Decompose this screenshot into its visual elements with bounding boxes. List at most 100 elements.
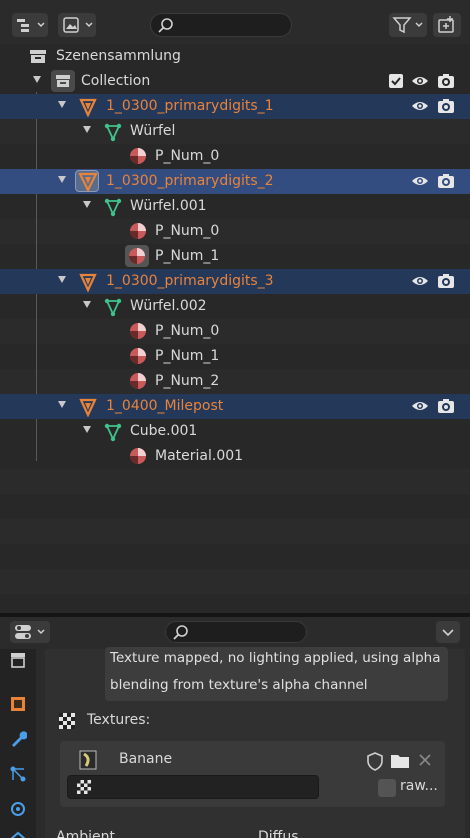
object-data-icon xyxy=(78,172,98,193)
expand-chevron-icon[interactable] xyxy=(33,76,41,83)
particles-tab-icon[interactable] xyxy=(9,765,27,783)
outliner-search-input[interactable] xyxy=(150,13,292,37)
expand-chevron-icon[interactable] xyxy=(58,176,66,183)
material-row[interactable]: Material.001 xyxy=(0,444,470,469)
object-data-icon xyxy=(79,273,97,292)
wrench-icon[interactable] xyxy=(9,730,27,748)
expand-chevron-icon[interactable] xyxy=(83,126,91,133)
fake-user-shield-icon[interactable] xyxy=(366,751,384,771)
display-mode-dropdown[interactable] xyxy=(58,13,96,37)
active-object-icon-box xyxy=(75,170,99,193)
eye-icon[interactable] xyxy=(411,273,429,289)
expand-chevron-icon[interactable] xyxy=(58,401,66,408)
material-icon xyxy=(130,373,146,389)
material-label: P_Num_2 xyxy=(155,373,220,389)
collection-label: Collection xyxy=(81,73,151,89)
physics-tab-icon[interactable] xyxy=(9,800,27,818)
scene-collection-icon xyxy=(30,50,46,63)
eye-icon[interactable] xyxy=(411,73,429,89)
expand-chevron-icon[interactable] xyxy=(58,101,66,108)
eye-icon[interactable] xyxy=(411,173,429,189)
expand-chevron-icon[interactable] xyxy=(58,276,66,283)
folder-icon[interactable] xyxy=(390,752,410,770)
active-material-icon-box xyxy=(125,245,149,267)
mesh-data-icon xyxy=(104,423,122,442)
object-tab-icon[interactable] xyxy=(9,695,27,713)
editor-type-dropdown[interactable] xyxy=(10,621,50,643)
material-label: P_Num_0 xyxy=(155,148,220,164)
texture-name[interactable]: Banane xyxy=(119,751,172,767)
ambient-label: Ambient xyxy=(56,829,115,838)
camera-icon[interactable] xyxy=(437,98,455,114)
object-label: 1_0300_primarydigits_3 xyxy=(106,273,274,289)
material-row[interactable]: P_Num_1 xyxy=(0,244,470,269)
expand-chevron-icon[interactable] xyxy=(83,426,91,433)
material-icon xyxy=(129,248,145,264)
options-dropdown[interactable] xyxy=(436,621,460,643)
raw-checkbox[interactable] xyxy=(378,779,396,797)
texture-coords-field[interactable] xyxy=(67,775,319,799)
outliner-header xyxy=(0,0,470,44)
material-row[interactable]: P_Num_0 xyxy=(0,144,470,169)
camera-icon[interactable] xyxy=(437,273,455,289)
mesh-label: Würfel.001 xyxy=(130,198,207,214)
scene-collection-row[interactable]: Szenensammlung xyxy=(0,44,470,69)
mesh-row[interactable]: Cube.001 xyxy=(0,419,470,444)
constraints-tab-icon[interactable] xyxy=(9,831,27,838)
material-icon xyxy=(130,223,146,239)
material-icon xyxy=(130,348,146,364)
scene-collection-label: Szenensammlung xyxy=(56,48,181,64)
new-collection-button[interactable] xyxy=(433,13,461,37)
tool-tab-icon[interactable] xyxy=(9,651,27,669)
description-line-1: Texture mapped, no lighting applied, usi… xyxy=(110,650,441,666)
material-row[interactable]: P_Num_1 xyxy=(0,344,470,369)
properties-editor-icon xyxy=(15,625,45,639)
material-row[interactable]: P_Num_0 xyxy=(0,319,470,344)
camera-icon[interactable] xyxy=(437,398,455,414)
properties-header xyxy=(0,617,470,649)
mesh-row[interactable]: Würfel.002 xyxy=(0,294,470,319)
filter-dropdown[interactable] xyxy=(389,13,427,37)
object-data-icon xyxy=(79,98,97,117)
object-row[interactable]: 1_0300_primarydigits_3 xyxy=(0,269,470,294)
expand-chevron-icon[interactable] xyxy=(83,201,91,208)
textures-label: Textures: xyxy=(87,712,151,728)
eye-icon[interactable] xyxy=(411,98,429,114)
checkbox-checked-icon[interactable] xyxy=(388,73,404,89)
eye-icon[interactable] xyxy=(411,398,429,414)
expand-chevron-icon[interactable] xyxy=(83,301,91,308)
row-stripe xyxy=(0,519,470,544)
mesh-label: Würfel xyxy=(130,123,176,139)
collection-row[interactable]: Collection xyxy=(0,69,470,94)
material-label: Material.001 xyxy=(155,448,244,464)
camera-icon[interactable] xyxy=(437,73,455,89)
properties-search-input[interactable] xyxy=(165,621,307,643)
mesh-data-icon xyxy=(104,298,122,317)
checker-texture-icon xyxy=(59,713,75,729)
mesh-row[interactable]: Würfel xyxy=(0,119,470,144)
material-label: P_Num_1 xyxy=(155,348,220,364)
close-icon[interactable] xyxy=(418,753,432,767)
object-data-icon xyxy=(79,398,97,417)
mesh-row[interactable]: Würfel.001 xyxy=(0,194,470,219)
filter-icon xyxy=(392,17,423,34)
collection-icon-box xyxy=(51,70,75,92)
mesh-label: Würfel.002 xyxy=(130,298,207,314)
editor-type-dropdown[interactable] xyxy=(12,13,48,37)
material-row[interactable]: P_Num_0 xyxy=(0,219,470,244)
camera-icon[interactable] xyxy=(437,173,455,189)
image-texture-icon xyxy=(79,750,97,770)
object-row[interactable]: 1_0300_primarydigits_1 xyxy=(0,94,470,119)
outliner-editor-icon xyxy=(17,19,45,32)
material-icon xyxy=(130,323,146,339)
material-row[interactable]: P_Num_2 xyxy=(0,369,470,394)
object-row[interactable]: 1_0400_Milepost xyxy=(0,394,470,419)
object-row-selected[interactable]: 1_0300_primarydigits_2 xyxy=(0,169,470,194)
properties-tabs xyxy=(0,649,36,838)
properties-editor: Texture mapped, no lighting applied, usi… xyxy=(0,617,470,838)
material-label: P_Num_0 xyxy=(155,323,220,339)
mesh-data-icon xyxy=(104,123,122,142)
material-label: P_Num_0 xyxy=(155,223,220,239)
search-icon xyxy=(173,625,188,640)
diffuse-label: Diffus xyxy=(258,829,299,838)
